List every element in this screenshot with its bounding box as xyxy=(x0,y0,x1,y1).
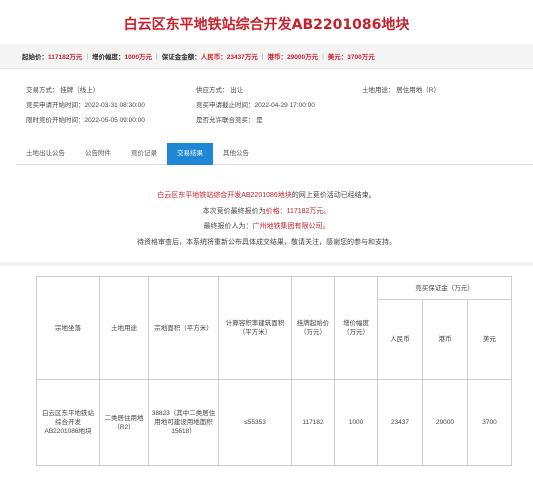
notice-line-1: 白云区东平地铁站综合开发AB2201086地块的网上竞价活动已经结束。 xyxy=(0,188,533,204)
notice-line-1-suffix: 的网上竞价活动已经结束。 xyxy=(291,192,376,199)
notice-line-4: 待资格审查后，本系统将重新公布具体成交结果，敬请关注，感谢您的参与和支持。 xyxy=(137,238,396,246)
bid-application-end: 竞买申请截止时间：2022-04-29 17:00:00 xyxy=(196,102,315,109)
header-deposit: 竞买保证金（万元） xyxy=(376,276,513,300)
divider: | xyxy=(156,52,158,60)
tab-bar: 土地出让公告 公告附件 竞价记录 交易结果 其他公告 xyxy=(16,143,533,165)
deposit-rmb-value: 人民币：23437万元 xyxy=(200,54,258,61)
parcel-detail-table: 宗地坐落 土地用途 宗地面积（平方米） 计算容积率建筑面积（平方米） 挂牌起始价… xyxy=(36,276,513,466)
start-price-value: 117182万元 xyxy=(48,54,83,61)
start-price-label: 起始价： xyxy=(22,54,48,61)
deposit-usd-value: 美元：3700万元 xyxy=(327,54,375,61)
header-land-use: 土地用途 xyxy=(99,276,149,380)
notice-line-2-prefix: 本次竞价最终报价为 xyxy=(202,207,266,215)
deposit-label: 保证金金额： xyxy=(161,54,201,61)
land-use: 土地用途： 居住用地（R） xyxy=(362,87,440,94)
notice-winner: 广州地铁集团有限公司。 xyxy=(252,223,330,230)
page-title: 白云区东平地铁站综合开发AB2201086地块 xyxy=(123,17,410,33)
cell-building-area: ≤55353 xyxy=(218,379,292,466)
cell-location: 白云区东平地铁站综合开发AB2201086地块 xyxy=(36,379,100,466)
table-row: 白云区东平地铁站综合开发AB2201086地块 二类居住用地（R2） 38823… xyxy=(36,379,513,466)
price-summary-bar: 起始价： 117182万元 | 增价幅度： 1000万元 | 保证金金额： 人民… xyxy=(0,44,533,69)
cell-increment: 1000 xyxy=(334,379,378,466)
trade-mode: 交易方式： 挂牌（线上） xyxy=(26,87,100,94)
section-divider xyxy=(0,262,533,266)
cell-usd: 3700 xyxy=(466,379,513,466)
notice-parcel-name: 白云区东平地铁站综合开发AB2201086地块 xyxy=(157,192,292,199)
cell-start-price: 117182 xyxy=(291,379,335,466)
tab-trade-result[interactable]: 交易结果 xyxy=(167,143,213,165)
header-hkd: 港币 xyxy=(422,299,468,380)
notice-line-3: 最终报价人为：广州地铁集团有限公司。 xyxy=(0,219,533,235)
cell-land-use: 二类居住用地（R2） xyxy=(99,379,149,466)
tab-bid-records[interactable]: 竞价记录 xyxy=(121,143,167,165)
header-building-area: 计算容积率建筑面积（平方米） xyxy=(218,276,292,380)
notice-final-price: 价格：117182万元。 xyxy=(265,207,331,215)
divider: | xyxy=(86,52,89,60)
tab-announcement[interactable]: 土地出让公告 xyxy=(16,143,75,165)
notice-line-2: 本次竞价最终报价为价格：117182万元。 xyxy=(0,204,533,220)
cell-hkd: 29000 xyxy=(422,379,468,466)
transaction-info: 交易方式： 挂牌（线上） 供应方式： 出让 土地用途： 居住用地（R） 竞买申请… xyxy=(0,80,533,126)
header-area: 宗地面积（平方米） xyxy=(148,276,219,380)
result-notice: 白云区东平地铁站综合开发AB2201086地块的网上竞价活动已经结束。 本次竞价… xyxy=(0,188,533,250)
tab-other-announcements[interactable]: 其他公告 xyxy=(213,143,259,165)
cell-rmb: 23437 xyxy=(377,379,423,466)
header-rmb: 人民币 xyxy=(377,299,423,380)
limited-bidding-start: 限时竞价开始时间：2022-05-05 09:00:00 xyxy=(26,117,145,124)
increment-value: 1000万元 xyxy=(124,54,153,61)
header-increment: 增价幅度（万元） xyxy=(334,276,378,380)
divider: | xyxy=(322,52,324,60)
deposit-hkd-value: 港币：29000万元 xyxy=(267,54,319,61)
divider: | xyxy=(261,52,264,60)
tab-attachments[interactable]: 公告附件 xyxy=(75,143,121,165)
cell-area: 38823（其中二类居住用地可建设用地面积15618） xyxy=(148,379,219,466)
header-usd: 美元 xyxy=(466,299,513,380)
supply-mode: 供应方式： 出让 xyxy=(196,87,244,94)
bid-application-start: 竞买申请开始时间：2022-03-31 08:30:00 xyxy=(26,102,145,109)
joint-bid-allowed: 是否允许联合竞买： 是 xyxy=(196,117,263,124)
header-start-price: 挂牌起始价（万元） xyxy=(291,276,335,380)
header-location: 宗地坐落 xyxy=(36,276,100,380)
increment-label: 增价幅度： xyxy=(92,54,125,61)
notice-line-3-prefix: 最终报价人为： xyxy=(203,223,253,230)
